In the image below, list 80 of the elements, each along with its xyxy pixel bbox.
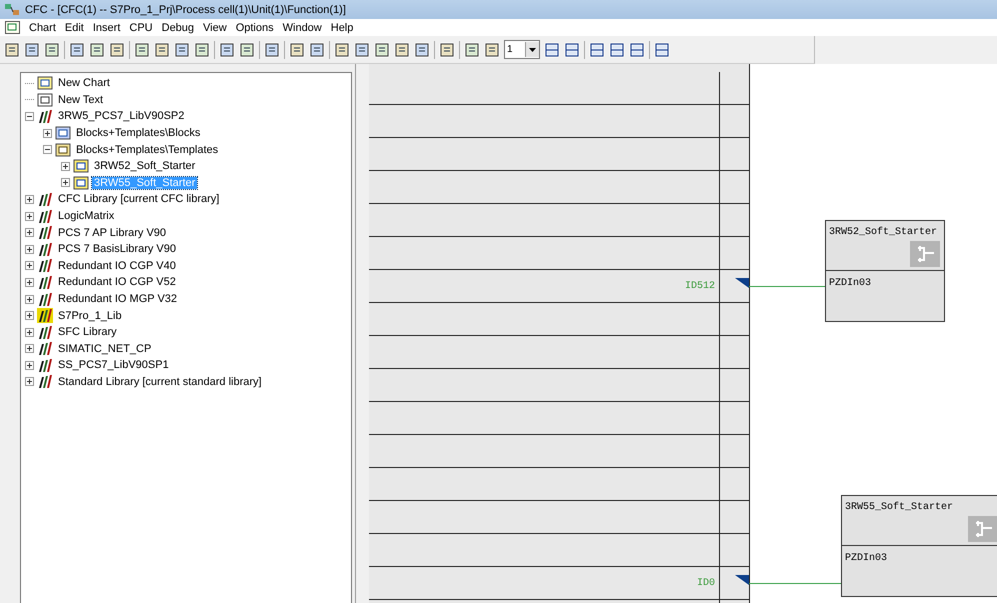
block-type-icon — [968, 516, 997, 542]
caret-icon — [529, 48, 536, 52]
expand-toggle[interactable] — [61, 178, 70, 188]
tree-item[interactable]: PCS 7 AP Library V90 — [56, 226, 168, 239]
app-icon — [4, 2, 20, 16]
tree-item[interactable]: SFC Library — [56, 326, 119, 338]
input-pin-label: PZDIn03 — [844, 552, 888, 566]
library-icon — [37, 225, 53, 240]
library-icon — [37, 208, 53, 224]
tree-item[interactable]: S7Pro_1_Lib — [56, 310, 124, 322]
function-block[interactable]: 3RW55_Soft_Starter PZDIn03 — [841, 495, 997, 597]
chart-icon — [73, 159, 89, 174]
expand-toggle[interactable] — [25, 360, 34, 370]
library-icon — [37, 374, 53, 390]
menu-item[interactable]: Help — [330, 22, 354, 34]
tree-item[interactable]: CFC Library [current CFC library] — [56, 193, 222, 206]
collapse-toggle[interactable] — [25, 112, 34, 121]
zoom-dropdown[interactable]: 1 — [504, 40, 540, 59]
menu-item[interactable]: CPU — [129, 22, 153, 34]
tree-item[interactable]: 3RW52_Soft_Starter — [92, 160, 198, 172]
menu-item[interactable]: Window — [282, 22, 322, 34]
menu-item[interactable]: Options — [236, 22, 274, 34]
connection-label: ID512 — [684, 280, 715, 292]
expand-toggle[interactable] — [43, 128, 52, 138]
expand-toggle[interactable] — [61, 162, 70, 171]
chart-icon — [73, 176, 89, 190]
expand-toggle[interactable] — [25, 377, 34, 386]
expand-toggle[interactable] — [25, 228, 34, 238]
document-icon[interactable] — [5, 21, 20, 34]
tree-item[interactable]: New Chart — [56, 77, 112, 90]
expand-toggle[interactable] — [25, 278, 34, 287]
library-icon — [37, 324, 53, 340]
expand-toggle[interactable] — [25, 194, 34, 204]
block-name: 3RW55_Soft_Starter — [845, 501, 954, 514]
library-icon — [37, 192, 53, 207]
expand-toggle[interactable] — [25, 311, 34, 320]
folder-icon — [55, 126, 71, 140]
library-icon — [37, 358, 53, 373]
menu-item[interactable]: Edit — [64, 22, 84, 34]
connector-marker — [735, 575, 749, 585]
tree-item[interactable]: Redundant IO CGP V52 — [56, 276, 178, 288]
tree-item[interactable]: SIMATIC_NET_CP — [56, 342, 154, 355]
expand-toggle[interactable] — [25, 244, 34, 254]
library-icon — [37, 292, 53, 307]
function-block[interactable]: 3RW52_Soft_Starter PZDIn03 — [825, 220, 945, 322]
menu-item[interactable]: Insert — [92, 22, 120, 34]
connection-label: ID0 — [696, 578, 715, 588]
tree-item[interactable]: Redundant IO CGP V40 — [56, 260, 178, 272]
connector-marker — [735, 278, 749, 288]
library-icon — [37, 242, 53, 257]
library-icon — [37, 308, 53, 324]
tree-item[interactable]: Redundant IO MGP V32 — [56, 293, 180, 306]
library-icon — [37, 258, 53, 274]
library-icon — [37, 274, 53, 290]
menu-item[interactable]: Chart — [29, 22, 56, 34]
expand-toggle[interactable] — [25, 261, 34, 270]
expand-toggle[interactable] — [25, 344, 34, 354]
tree-item[interactable]: PCS 7 BasisLibrary V90 — [56, 243, 178, 256]
block-name: 3RW52_Soft_Starter — [829, 226, 938, 239]
library-icon — [37, 108, 53, 124]
tree-item[interactable]: SS_PCS7_LibV90SP1 — [56, 359, 171, 372]
collapse-toggle[interactable] — [43, 145, 52, 154]
tree-item[interactable]: LogicMatrix — [56, 210, 116, 222]
input-pin-label: PZDIn03 — [828, 277, 872, 291]
tree-item[interactable]: Blocks+Templates\Blocks — [74, 127, 202, 140]
block-type-icon — [910, 241, 940, 267]
text-document-icon — [37, 92, 53, 107]
window-title: CFC - [CFC(1) -- S7Pro_1_Prj\Process cell(1)\Unit(1)\Function(1)] — [25, 4, 346, 16]
chart-icon — [37, 76, 53, 90]
library-icon — [37, 341, 53, 356]
expand-toggle[interactable] — [25, 328, 34, 337]
menu-item[interactable]: Debug — [162, 22, 194, 34]
expand-toggle[interactable] — [25, 212, 34, 221]
menu-item[interactable]: View — [203, 22, 227, 34]
tree-item[interactable]: Standard Library [current standard library] — [56, 376, 264, 388]
tree-item[interactable]: Blocks+Templates\Templates — [74, 144, 220, 156]
expand-toggle[interactable] — [25, 294, 34, 304]
tree-item[interactable]: New Text — [56, 94, 106, 106]
folder-icon — [55, 142, 71, 157]
tree-item[interactable]: 3RW5_PCS7_LibV90SP2 — [56, 110, 186, 122]
